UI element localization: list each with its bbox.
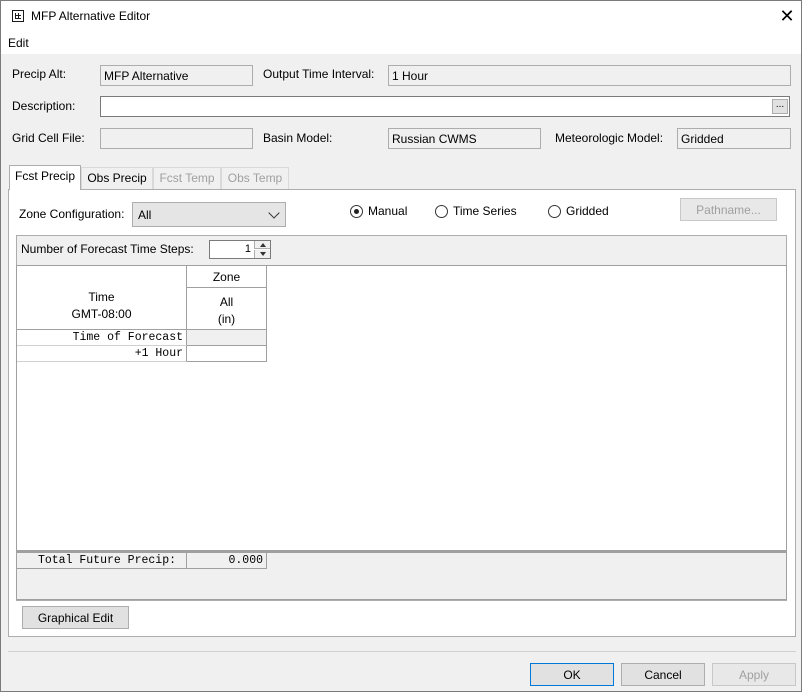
zone-group-header: Zone xyxy=(187,266,267,288)
title-bar: MFP Alternative Editor ✕ xyxy=(1,1,801,32)
ok-button[interactable]: OK xyxy=(530,663,614,686)
grid-cell-field xyxy=(100,128,253,149)
radio-time-series[interactable]: Time Series xyxy=(435,203,517,219)
tab-obs-temp[interactable]: Obs Temp xyxy=(221,167,289,189)
grid-cell-label: Grid Cell File: xyxy=(12,131,85,145)
chevron-down-icon xyxy=(268,207,280,219)
radio-gridded[interactable]: Gridded xyxy=(548,203,609,219)
zone-config-value: All xyxy=(138,208,152,222)
table-row-label: +1 Hour xyxy=(17,346,187,362)
time-column-header: Time GMT-08:00 xyxy=(17,266,187,330)
app-grid-icon xyxy=(12,10,24,22)
radio-time-series-label: Time Series xyxy=(453,204,517,218)
description-label: Description: xyxy=(12,99,76,113)
table-cell-editable[interactable] xyxy=(187,346,267,362)
spinner-up-icon[interactable] xyxy=(254,241,270,249)
output-interval-field: 1 Hour xyxy=(388,65,791,86)
close-icon[interactable]: ✕ xyxy=(771,3,802,30)
total-future-precip-label: Total Future Precip: xyxy=(17,553,187,569)
timesteps-value: 1 xyxy=(244,243,251,255)
window-title: MFP Alternative Editor xyxy=(31,9,151,23)
tab-fcst-precip[interactable]: Fcst Precip xyxy=(9,165,81,190)
menu-edit[interactable]: Edit xyxy=(8,36,29,50)
graphical-edit-button[interactable]: Graphical Edit xyxy=(22,606,129,629)
basin-model-field: Russian CWMS xyxy=(388,128,541,149)
time-header-title: Time xyxy=(88,290,115,304)
menu-bar: Edit xyxy=(1,32,801,54)
column-name: All xyxy=(219,295,234,309)
radio-manual-label: Manual xyxy=(368,204,408,218)
table-cell xyxy=(187,330,267,346)
radio-unchecked-icon xyxy=(548,204,561,218)
basin-model-label: Basin Model: xyxy=(263,131,333,145)
total-future-precip-value: 0.000 xyxy=(187,553,267,569)
radio-checked-icon xyxy=(350,204,363,218)
description-input[interactable] xyxy=(100,96,790,117)
met-model-field: Gridded xyxy=(677,128,791,149)
tab-obs-precip[interactable]: Obs Precip xyxy=(81,167,153,189)
met-model-label: Meteorologic Model: xyxy=(555,131,664,145)
column-unit: (in) xyxy=(217,312,236,326)
tab-fcst-temp[interactable]: Fcst Temp xyxy=(153,167,221,189)
footer-separator xyxy=(8,651,796,652)
radio-unchecked-icon xyxy=(435,204,448,218)
timesteps-label: Number of Forecast Time Steps: xyxy=(21,242,194,256)
description-browse-button[interactable]: ... xyxy=(772,99,788,114)
precip-alt-field: MFP Alternative xyxy=(100,65,253,86)
output-interval-label: Output Time Interval: xyxy=(263,67,375,81)
radio-gridded-label: Gridded xyxy=(566,204,609,218)
apply-button[interactable]: Apply xyxy=(712,663,796,686)
dialog-window: MFP Alternative Editor ✕ Edit Precip Alt… xyxy=(0,0,802,692)
radio-manual[interactable]: Manual xyxy=(350,203,407,219)
zone-config-label: Zone Configuration: xyxy=(19,207,125,221)
pathname-button[interactable]: Pathname... xyxy=(680,198,777,221)
cancel-button[interactable]: Cancel xyxy=(621,663,705,686)
time-header-zone: GMT-08:00 xyxy=(71,307,132,321)
spinner-down-icon[interactable] xyxy=(254,250,270,258)
table-row-label: Time of Forecast xyxy=(17,330,187,346)
precip-alt-label: Precip Alt: xyxy=(12,67,67,81)
zone-config-select[interactable]: All xyxy=(132,202,286,227)
zone-all-column-header: All (in) xyxy=(187,288,267,330)
timesteps-spinner[interactable]: 1 xyxy=(209,240,271,259)
